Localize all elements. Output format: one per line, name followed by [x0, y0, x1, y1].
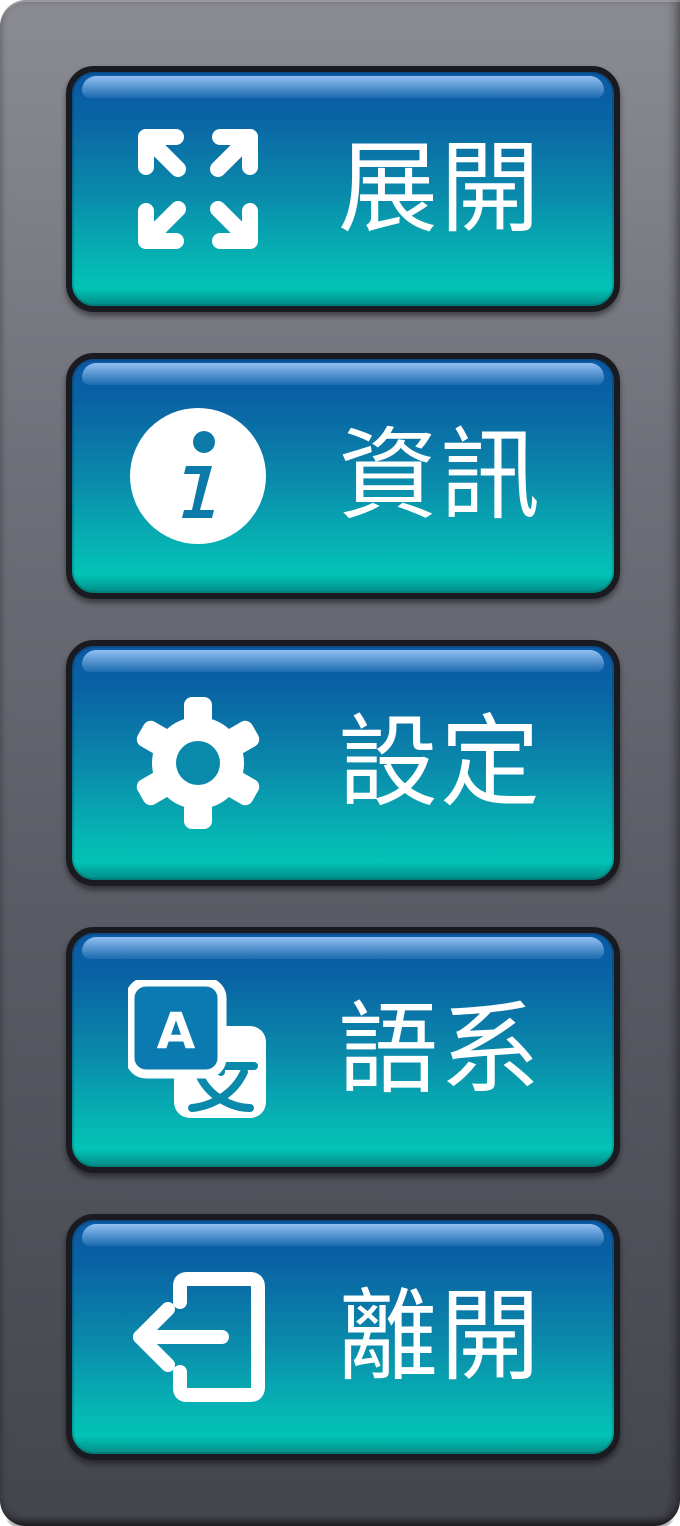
info-label: 資訊 — [338, 417, 542, 534]
gear-icon — [128, 693, 268, 833]
language-button[interactable]: A 語系 — [66, 927, 620, 1173]
exit-label: 離開 — [338, 1278, 542, 1395]
translate-icon-letter: A — [157, 1002, 196, 1060]
expand-button[interactable]: 展開 — [66, 66, 620, 312]
exit-icon — [128, 1267, 268, 1407]
settings-button[interactable]: 設定 — [66, 640, 620, 886]
settings-label: 設定 — [338, 704, 542, 821]
side-menu-panel: 展開 資訊 設定 A 語系 離開 — [0, 0, 680, 1526]
info-icon — [128, 406, 268, 546]
language-label: 語系 — [338, 991, 542, 1108]
exit-button[interactable]: 離開 — [66, 1214, 620, 1460]
expand-label: 展開 — [338, 130, 542, 247]
info-button[interactable]: 資訊 — [66, 353, 620, 599]
expand-icon — [128, 119, 268, 259]
translate-icon: A — [128, 980, 268, 1120]
